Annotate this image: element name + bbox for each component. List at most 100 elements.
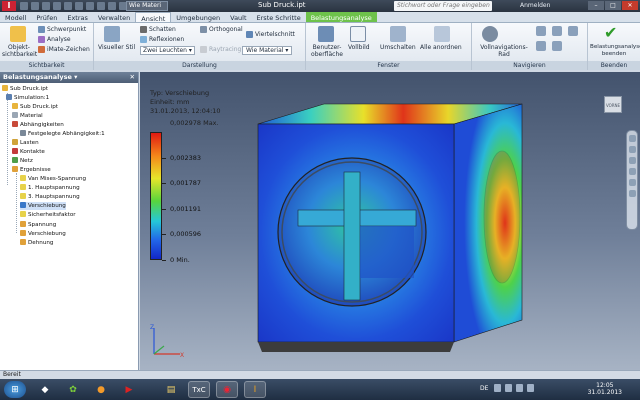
home-icon[interactable] xyxy=(75,2,83,10)
explorer-icon[interactable]: ▤ xyxy=(160,381,182,398)
finish-stress-analysis-button[interactable]: Belastungsanalyse beenden xyxy=(590,44,640,58)
analysis-button[interactable]: Analyse xyxy=(38,36,71,43)
visual-style-button[interactable]: Visueller Stil xyxy=(98,44,135,51)
tab-modell[interactable]: Modell xyxy=(0,12,31,22)
inkscape-icon[interactable]: ◆ xyxy=(34,381,56,398)
browser-title[interactable]: Belastungsanalyse ▾ xyxy=(3,73,77,81)
texmaker-icon[interactable]: TxC xyxy=(188,381,210,398)
start-button[interactable]: ⊞ xyxy=(4,381,26,398)
tree-item-fixed-constraint[interactable]: Festgelegte Abhängigkeit:1 xyxy=(20,130,105,138)
sign-in-link[interactable]: Anmelden xyxy=(520,2,550,9)
tab-pruefen[interactable]: Prüfen xyxy=(31,12,62,22)
tree-item-von-mises[interactable]: Van Mises-Spannung xyxy=(20,175,86,183)
maximize-button[interactable]: □ xyxy=(605,1,621,10)
orthographic-button[interactable]: Orthogonal xyxy=(200,26,243,33)
graphics-window[interactable]: Typ: Verschiebung Einheit: mm 31.01.2013… xyxy=(140,72,640,370)
tree-label: Spannung xyxy=(28,222,57,228)
results-icon xyxy=(12,166,18,172)
pan-icon[interactable] xyxy=(628,146,636,153)
save-icon[interactable] xyxy=(42,2,50,10)
new-icon[interactable] xyxy=(20,2,28,10)
tree-item-mesh[interactable]: Netz xyxy=(12,157,33,165)
orbit-icon[interactable] xyxy=(568,26,578,36)
reflections-button[interactable]: Reflexionen xyxy=(140,36,184,43)
center-of-gravity-button[interactable]: Schwerpunkt xyxy=(38,26,86,33)
arrange-all-button[interactable]: Alle anordnen xyxy=(420,44,462,51)
result-icon xyxy=(20,175,26,181)
tray-icon[interactable] xyxy=(505,384,512,392)
clock[interactable]: 12:05 31.01.2013 xyxy=(588,382,622,396)
tree-item-part[interactable]: Sub Druck.ipt xyxy=(12,103,58,111)
media-player-icon[interactable]: ▶ xyxy=(118,381,140,398)
open-icon[interactable] xyxy=(31,2,39,10)
look-at-icon[interactable] xyxy=(628,179,636,186)
close-button[interactable]: ✕ xyxy=(622,1,638,10)
app-logo[interactable]: I xyxy=(2,1,16,11)
zoom-window-icon[interactable] xyxy=(628,190,636,197)
zoom-icon[interactable] xyxy=(628,157,636,164)
zoom-all-icon[interactable] xyxy=(552,41,562,51)
tree-item-principal-1[interactable]: 1. Hauptspannung xyxy=(20,184,80,192)
folder-icon xyxy=(20,230,26,236)
tab-umgebungen[interactable]: Umgebungen xyxy=(171,12,225,22)
redo-icon[interactable] xyxy=(64,2,72,10)
tree-item-stress[interactable]: Spannung xyxy=(20,221,56,229)
measure-icon[interactable] xyxy=(108,2,116,10)
tray-icon[interactable] xyxy=(494,384,501,392)
viewcube[interactable]: VORNE xyxy=(604,96,622,113)
search-input[interactable]: Stichwort oder Frage eingeben xyxy=(394,1,492,11)
quarter-section-button[interactable]: Viertelschnitt xyxy=(246,31,295,38)
tree-item-displacement-folder[interactable]: Verschiebung xyxy=(20,230,66,238)
zoom-icon[interactable] xyxy=(552,26,562,36)
fullscreen-button[interactable]: Vollbild xyxy=(348,44,370,51)
icq-icon[interactable]: ✿ xyxy=(62,381,84,398)
lighting-dropdown[interactable]: Zwei Leuchten ▾ xyxy=(140,46,195,55)
tree-item-document[interactable]: Sub Druck.ipt xyxy=(2,85,48,93)
displacement-model[interactable] xyxy=(240,102,540,364)
select-icon[interactable] xyxy=(86,2,94,10)
firefox-icon[interactable]: ● xyxy=(90,381,112,398)
acrobat-icon[interactable]: ◉ xyxy=(216,381,238,398)
language-indicator[interactable]: DE xyxy=(480,385,488,392)
minimize-button[interactable]: – xyxy=(588,1,604,10)
group-title-darstellung: Darstellung xyxy=(94,61,305,70)
tree-item-loads[interactable]: Lasten xyxy=(12,139,39,147)
result-icon xyxy=(20,184,26,190)
tab-extras[interactable]: Extras xyxy=(62,12,93,22)
tree-item-constraints[interactable]: Abhängigkeiten xyxy=(12,121,64,129)
tree-item-simulation[interactable]: Simulation:1 xyxy=(6,94,49,102)
tree-item-results[interactable]: Ergebnisse xyxy=(12,166,51,174)
tab-erste-schritte[interactable]: Erste Schritte xyxy=(252,12,306,22)
tab-ansicht[interactable]: Ansicht xyxy=(135,12,172,23)
imate-button[interactable]: iMate-Zeichen xyxy=(38,46,90,53)
material-dropdown[interactable]: Wie Materi xyxy=(126,1,168,11)
pan-icon[interactable] xyxy=(536,26,546,36)
tree-item-material[interactable]: Material xyxy=(12,112,43,120)
tree-item-safety-factor[interactable]: Sicherheitsfaktor xyxy=(20,211,76,219)
material-appearance-dropdown[interactable]: Wie Material ▾ xyxy=(242,46,293,55)
update-icon[interactable] xyxy=(97,2,105,10)
browser-close-button[interactable]: ✕ xyxy=(130,72,135,83)
volume-icon[interactable] xyxy=(527,384,534,392)
tree-item-strain[interactable]: Dehnung xyxy=(20,239,53,247)
tree-item-contacts[interactable]: Kontakte xyxy=(12,148,45,156)
legend-value: 0 Min. xyxy=(170,256,190,264)
network-icon[interactable] xyxy=(516,384,523,392)
inventor-taskbar-icon[interactable]: I xyxy=(244,381,266,398)
user-interface-button[interactable]: Benutzer- oberfläche xyxy=(310,44,344,58)
tab-verwalten[interactable]: Verwalten xyxy=(93,12,135,22)
raytracing-button[interactable]: Raytracing xyxy=(200,46,241,53)
shadows-button[interactable]: Schatten xyxy=(140,26,176,33)
switch-window-button[interactable]: Umschalten xyxy=(380,44,416,51)
group-title-beenden: Beenden xyxy=(588,61,640,70)
undo-icon[interactable] xyxy=(53,2,61,10)
tab-belastungsanalyse[interactable]: Belastungsanalyse xyxy=(305,12,377,22)
object-visibility-button[interactable]: Objekt- sichtbarkeit xyxy=(2,44,37,58)
orbit-icon[interactable] xyxy=(628,168,636,175)
look-at-icon[interactable] xyxy=(536,41,546,51)
tab-vault[interactable]: Vault xyxy=(225,12,251,22)
tree-item-principal-3[interactable]: 3. Hauptspannung xyxy=(20,193,80,201)
tree-item-displacement-selected[interactable]: Verschiebung xyxy=(20,202,66,210)
nav-wheel-icon[interactable] xyxy=(628,135,636,142)
full-navigation-wheel-button[interactable]: Vollnavigations- Rad xyxy=(478,44,530,58)
